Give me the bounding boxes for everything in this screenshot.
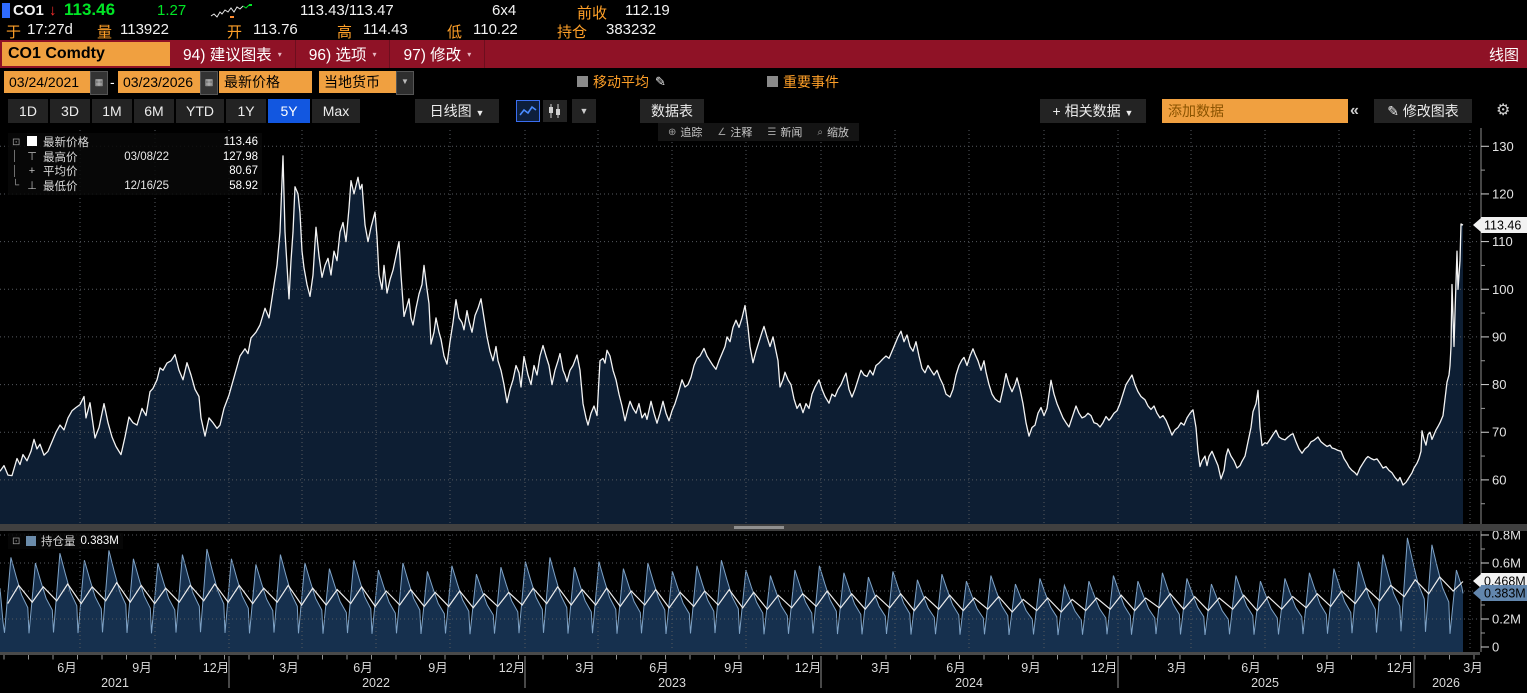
svg-text:0.383M: 0.383M [1484,587,1526,601]
svg-text:3月: 3月 [1463,661,1482,675]
svg-text:3月: 3月 [871,661,890,675]
svg-text:0: 0 [1492,640,1499,655]
low-marker-icon: ⊥ [27,180,37,193]
legend-last-price-row[interactable]: ⊡ 最新价格 113.46 [12,135,258,150]
svg-text:3月: 3月 [1167,661,1186,675]
oi-series-swatch [26,536,36,546]
svg-text:70: 70 [1492,425,1506,440]
svg-text:9月: 9月 [428,661,447,675]
svg-text:2022: 2022 [362,676,390,690]
tree-pipe: │ [12,165,19,177]
tree-box-icon: ⊡ [12,535,21,547]
legend-low-row[interactable]: └ ⊥ 最低价 12/16/25 58.92 [12,179,258,194]
svg-text:0.6M: 0.6M [1492,556,1521,571]
svg-text:113.46: 113.46 [1484,219,1521,233]
svg-text:9月: 9月 [1021,661,1040,675]
svg-text:12月: 12月 [795,661,821,675]
bloomberg-terminal-window: CO1 ↓ 113.46 1.27 113.43/113.47 6x4 前收 1… [0,0,1527,693]
svg-text:80: 80 [1492,377,1506,392]
tree-pipe: │ [12,151,19,163]
annotate-icon: ∠ [717,126,727,138]
tree-box-icon: ⊡ [12,136,21,148]
tree-end: └ [12,180,20,192]
news-icon: ☰ [767,126,777,138]
svg-text:90: 90 [1492,329,1506,344]
search-icon: ⌕ [817,126,823,138]
svg-text:12月: 12月 [203,661,229,675]
svg-text:2025: 2025 [1251,676,1279,690]
svg-text:100: 100 [1492,282,1514,297]
svg-text:120: 120 [1492,186,1514,201]
svg-text:130: 130 [1492,139,1514,154]
svg-text:9月: 9月 [724,661,743,675]
svg-text:9月: 9月 [132,661,151,675]
chart-legend: ⊡ 最新价格 113.46 │ ⊤ 最高价 03/08/22 127.98 │ … [8,133,262,195]
svg-text:12月: 12月 [1091,661,1117,675]
pane-divider [0,524,1527,531]
svg-text:2021: 2021 [101,676,129,690]
svg-text:12月: 12月 [1387,661,1413,675]
svg-text:110: 110 [1492,234,1513,249]
svg-text:6月: 6月 [57,661,76,675]
svg-text:3月: 3月 [279,661,298,675]
svg-text:6月: 6月 [649,661,668,675]
svg-text:60: 60 [1492,472,1506,487]
svg-text:0.2M: 0.2M [1492,612,1521,627]
track-tool[interactable]: ⊕ 追踪 [668,124,702,140]
series-swatch [25,135,39,149]
price-chart[interactable]: 6070809010011012013000.2M0.6M0.8M113.460… [0,0,1527,693]
svg-text:2024: 2024 [955,676,983,690]
track-icon: ⊕ [668,126,677,138]
svg-text:2023: 2023 [658,676,686,690]
svg-text:9月: 9月 [1316,661,1335,675]
svg-text:6月: 6月 [946,661,965,675]
legend-average-row[interactable]: │ + 平均价 80.67 [12,164,258,179]
pane-divider-handle[interactable] [734,526,784,529]
news-tool[interactable]: ☰ 新闻 [767,124,802,140]
high-marker-icon: ⊤ [27,151,37,164]
chart-tools-bar: ⊕ 追踪 ∠ 注释 ☰ 新闻 ⌕ 缩放 [658,123,859,141]
annotate-tool[interactable]: ∠ 注释 [717,124,752,140]
svg-text:12月: 12月 [499,661,525,675]
svg-text:6月: 6月 [1241,661,1260,675]
average-marker-icon: + [28,165,36,178]
zoom-tool[interactable]: ⌕ 缩放 [817,124,849,140]
svg-text:3月: 3月 [575,661,594,675]
open-interest-legend[interactable]: ⊡ 持仓量 0.383M [8,533,123,549]
svg-text:6月: 6月 [353,661,372,675]
svg-text:2026: 2026 [1432,676,1460,690]
legend-high-row[interactable]: │ ⊤ 最高价 03/08/22 127.98 [12,150,258,165]
